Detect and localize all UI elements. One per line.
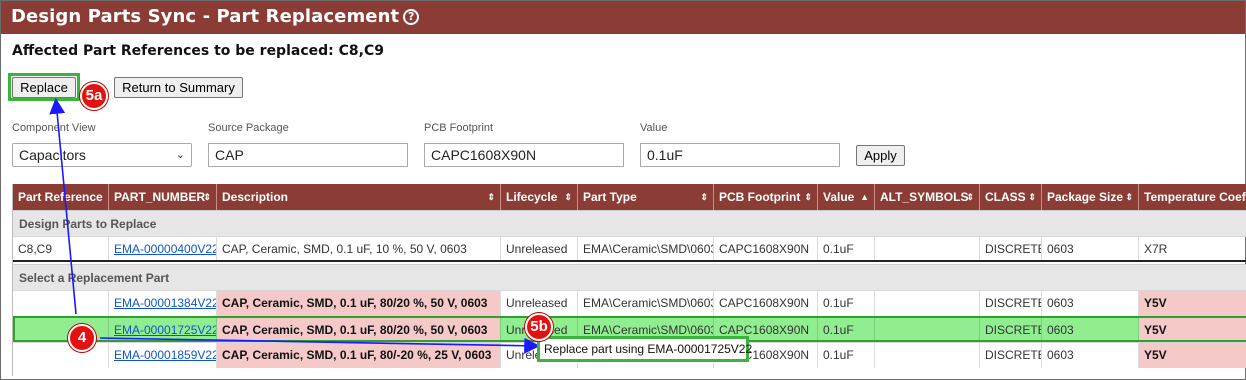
step-4-badge: 4: [68, 324, 96, 352]
annotation-arrows: [49, 97, 541, 354]
replace-tooltip: Replace part using EMA-00001725V22: [537, 336, 752, 362]
arrow-to-replace: [49, 97, 77, 315]
arrow-to-tooltip: [99, 337, 541, 354]
step-5b-badge: 5b: [525, 313, 553, 341]
